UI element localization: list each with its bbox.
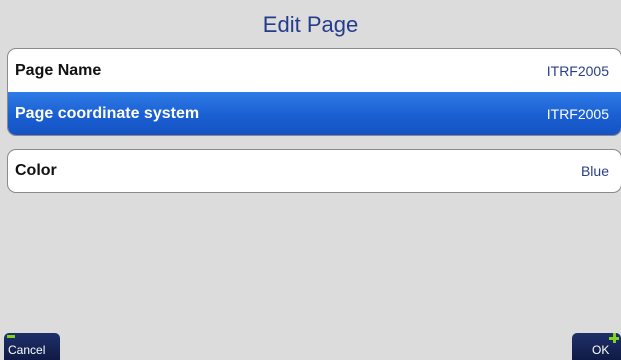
cancel-button-label: Cancel xyxy=(8,343,46,357)
ok-button-label: OK xyxy=(592,343,610,357)
color-label: Color xyxy=(15,162,57,179)
page-name-row[interactable]: Page Name ITRF2005 xyxy=(8,49,621,92)
page-name-label: Page Name xyxy=(15,61,102,79)
page-title: Edit Page xyxy=(262,12,359,37)
page-coordinate-system-label: Page coordinate system xyxy=(15,104,200,122)
page-coordinate-system-row[interactable]: Page coordinate system ITRF2005 xyxy=(8,92,621,135)
cancel-button[interactable]: Cancel xyxy=(4,333,60,360)
ok-button[interactable]: OK xyxy=(572,333,621,360)
page-coordinate-system-value: ITRF2005 xyxy=(546,105,609,122)
color-value: Blue xyxy=(580,163,609,179)
plus-indicator-icon xyxy=(609,333,619,343)
minus-indicator-icon xyxy=(7,335,15,338)
settings-group-color: Color Blue xyxy=(7,149,621,193)
color-row[interactable]: Color Blue xyxy=(8,150,621,192)
page-name-value: ITRF2005 xyxy=(546,62,609,79)
settings-group-page: Page Name ITRF2005 Page coordinate syste… xyxy=(7,48,621,136)
